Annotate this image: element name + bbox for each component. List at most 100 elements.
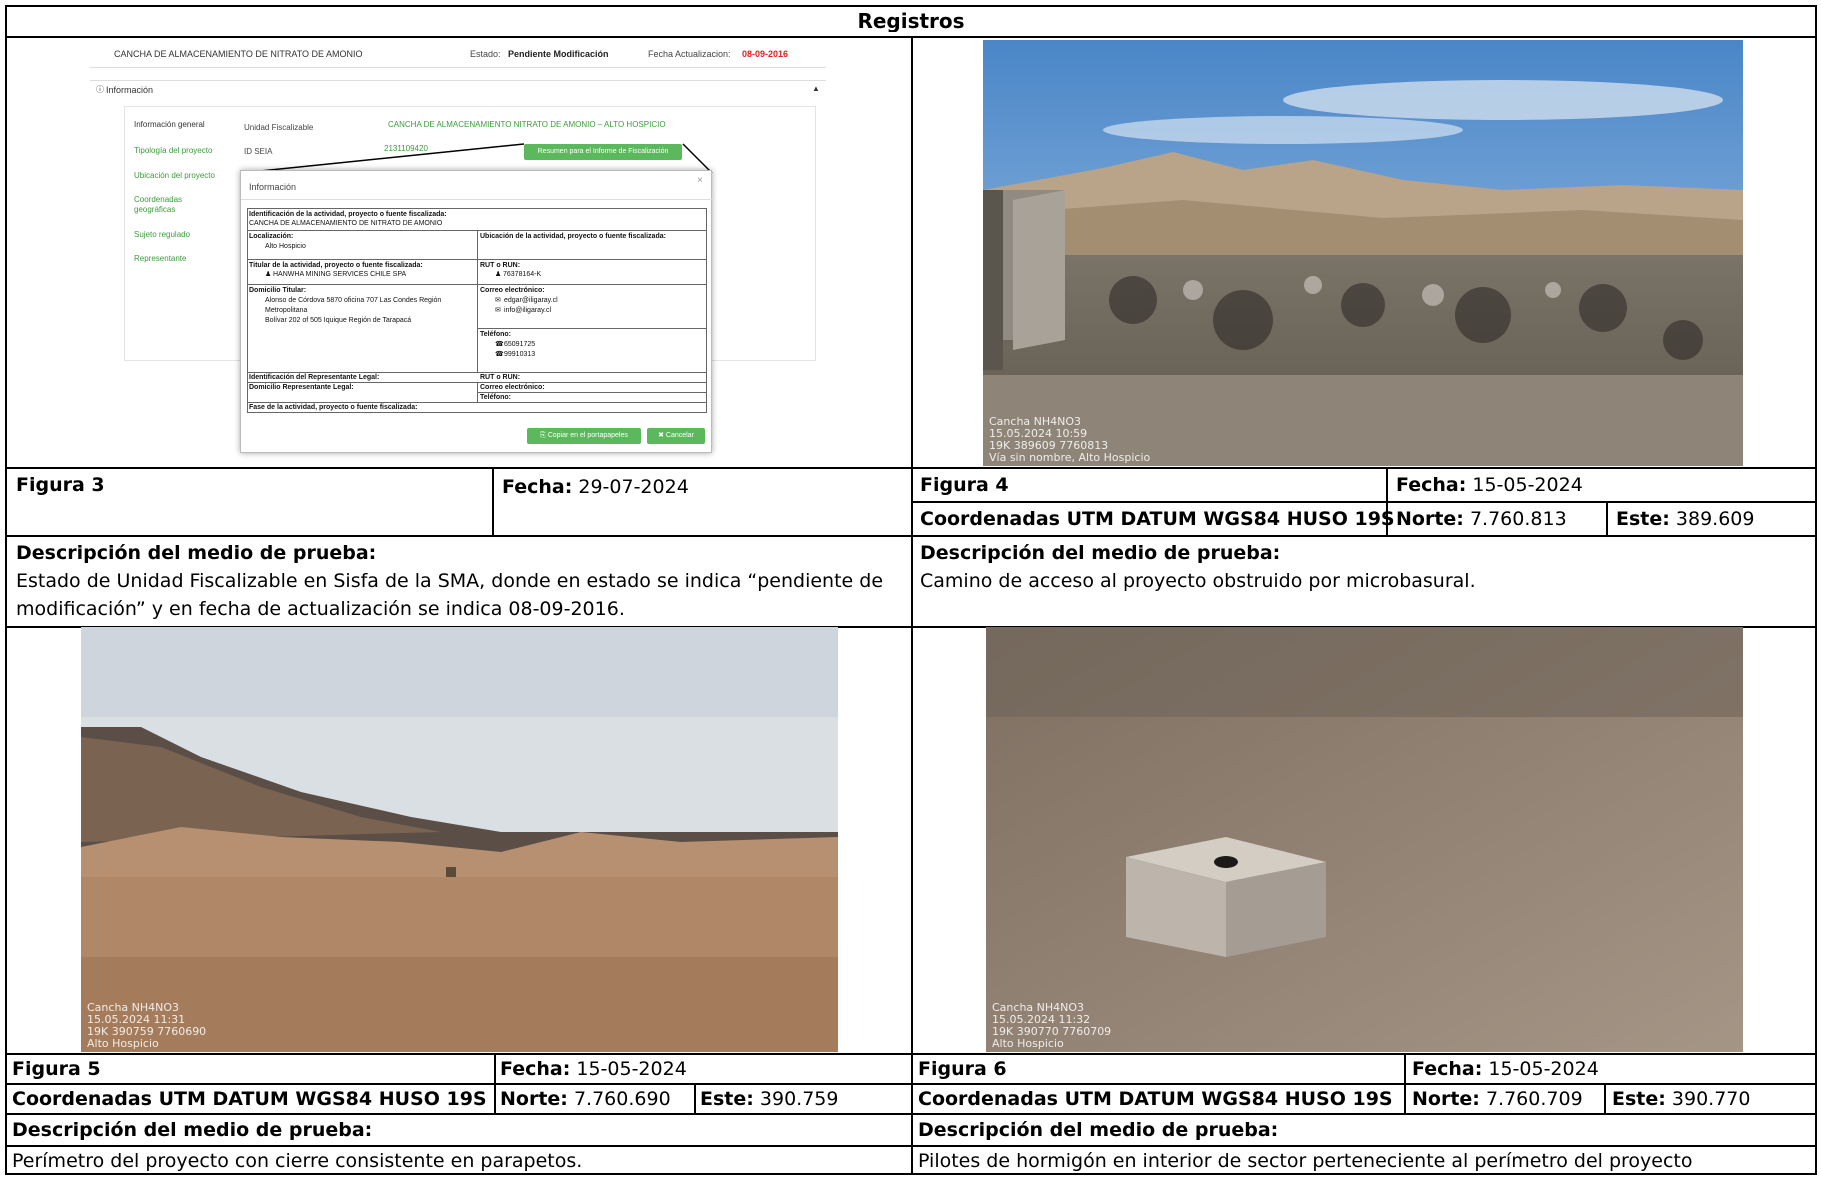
desc-label: Descripción del medio de prueba: [12,1119,373,1141]
figure-5-desc: Perímetro del proyecto con cierre consis… [12,1150,583,1172]
figure-4-este: Este: 389.609 [1616,508,1754,530]
correo1: edgar@iligaray.cl [504,297,558,304]
figure-4-label: Figura 4 [920,474,1009,496]
fecha-label: Fecha: [502,476,573,498]
norte-label: Norte: [1412,1088,1480,1110]
fecha-value: 15-05-2024 [1488,1058,1599,1080]
rep-tel-label: Teléfono: [480,394,511,401]
coords-label: Coordenadas UTM DATUM WGS84 HUSO 19S [920,508,1395,530]
mail-icon: ✉ [495,307,501,314]
rep-dom-label: Domicilio Representante Legal: [249,384,354,391]
divider [5,1145,1817,1147]
desc-label: Descripción del medio de prueba: [918,1119,1279,1141]
tel-label: Teléfono: [480,331,511,338]
divider [5,467,1817,469]
norte-value: 7.760.813 [1469,508,1567,530]
divider [694,1083,696,1113]
fecha-value: 15-05-2024 [576,1058,687,1080]
este-value: 390.759 [759,1088,839,1110]
titular-label: Titular de la actividad, proyecto o fuen… [249,262,423,269]
phone-icon: ☎ [495,341,504,348]
cancel-button[interactable]: ✖ Cancelar [647,428,705,444]
norte-value: 7.760.709 [1485,1088,1583,1110]
coords-label: Coordenadas UTM DATUM WGS84 HUSO 19S [12,1088,487,1110]
este-value: 389.609 [1675,508,1755,530]
divider [492,467,494,535]
figure-6-desc: Pilotes de hormigón en interior de secto… [918,1150,1693,1172]
figure-6-label: Figura 6 [918,1058,1007,1080]
figure-5-fecha: Fecha: 15-05-2024 [500,1058,687,1080]
loc-label: Localización: [249,233,294,240]
loc-value: Alto Hospicio [265,243,306,250]
figure-5-este: Este: 390.759 [700,1088,838,1110]
figure-3-label: Figura 3 [16,474,105,496]
divider [1606,501,1608,535]
mail-icon: ✉ [495,297,501,304]
correo2: info@iligaray.cl [504,307,552,314]
desc-label: Descripción del medio de prueba: [920,542,1281,564]
photo-stamp: Cancha NH4NO3 15.05.2024 11:32 19K 39077… [992,1001,1112,1050]
photo-figura-4: Cancha NH4NO3 15.05.2024 10:59 19K 38960… [983,40,1743,466]
fecha-value: 29-07-2024 [578,476,689,498]
figure-4-desc: Camino de acceso al proyecto obstruido p… [920,570,1476,592]
divider [911,501,1817,503]
close-icon[interactable]: × [697,176,703,186]
divider [5,1053,1817,1055]
rep-correo-label: Correo electrónico: [480,384,545,391]
divider [5,1113,1817,1115]
figure-3-desc-line2: modificación” y en fecha de actualizació… [16,598,625,620]
divider [5,1083,1817,1085]
norte-label: Norte: [500,1088,568,1110]
este-label: Este: [700,1088,754,1110]
este-value: 390.770 [1671,1088,1751,1110]
divider [5,535,1817,537]
figure-5-norte: Norte: 7.760.690 [500,1088,671,1110]
modal-title: Información [249,182,297,192]
figure-4-norte: Norte: 7.760.813 [1396,508,1567,530]
ident-value: CANCHA DE ALMACENAMIENTO DE NITRATO DE A… [249,220,443,227]
figure-6-norte: Norte: 7.760.709 [1412,1088,1583,1110]
fecha-label: Fecha: [1412,1058,1483,1080]
ubic-label: Ubicación de la actividad, proyecto o fu… [480,233,666,240]
correo-label: Correo electrónico: [480,287,545,294]
photo-stamp: Cancha NH4NO3 15.05.2024 11:31 19K 39075… [87,1001,207,1050]
figure-5-label: Figura 5 [12,1058,101,1080]
cancel-label: Cancelar [665,432,694,439]
fecha-label: Fecha: [500,1058,571,1080]
divider [911,626,913,1175]
user-icon: ♟ [495,271,502,278]
dom-line3: Bolívar 202 of 505 Iquique Región de Tar… [265,317,412,324]
rep-rut-label: RUT o RUN: [480,374,521,381]
titular-value: HANWHA MINING SERVICES CHILE SPA [273,271,407,278]
figure-6-este: Este: 390.770 [1612,1088,1750,1110]
photo-figura-6: Cancha NH4NO3 15.05.2024 11:32 19K 39077… [986,627,1743,1052]
figure-6-fecha: Fecha: 15-05-2024 [1412,1058,1599,1080]
copy-label: Copiar en el portapapeles [547,432,628,439]
fecha-value: 15-05-2024 [1472,474,1583,496]
norte-label: Norte: [1396,508,1464,530]
divider [911,36,913,626]
rut-value: 76378164-K [503,271,542,278]
divider [1604,1083,1606,1113]
desc-label: Descripción del medio de prueba: [16,542,377,564]
dom-line1: Alonso de Córdova 5870 oficina 707 Las C… [265,297,442,304]
copy-button[interactable]: ⎘ Copiar en el portapapeles [527,428,641,444]
figure-4-fecha: Fecha: 15-05-2024 [1396,474,1583,496]
dom-label: Domicilio Titular: [249,287,307,294]
coords-label: Coordenadas UTM DATUM WGS84 HUSO 19S [918,1088,1393,1110]
figure-3-fecha: Fecha: 29-07-2024 [502,476,689,498]
figure-3-desc-line1: Estado de Unidad Fiscalizable en Sisfa d… [16,570,884,592]
dom-line2: Metropolitana [265,307,308,314]
photo-figura-5: Cancha NH4NO3 15.05.2024 11:31 19K 39075… [81,627,838,1052]
user-icon: ♟ [265,271,272,278]
info-modal: Información × Identificación de la activ… [240,170,713,453]
norte-value: 7.760.690 [573,1088,671,1110]
este-label: Este: [1616,508,1670,530]
phone-icon: ☎ [495,351,504,358]
fecha-label: Fecha: [1396,474,1467,496]
rut-label: RUT o RUN: [480,262,521,269]
este-label: Este: [1612,1088,1666,1110]
photo-stamp: Cancha NH4NO3 15.05.2024 10:59 19K 38960… [989,415,1151,464]
rep-label: Identificación del Representante Legal: [249,374,380,381]
tel2: 99910313 [504,351,536,358]
